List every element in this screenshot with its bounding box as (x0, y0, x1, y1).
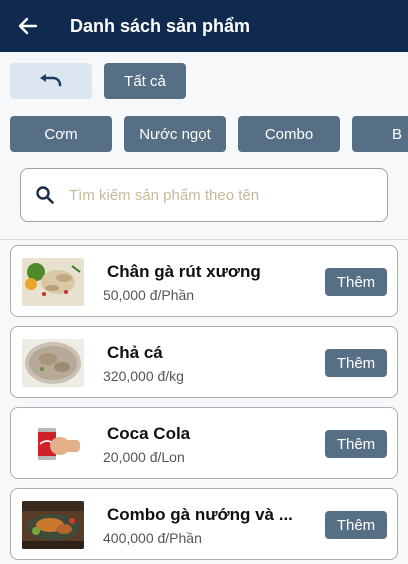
category-chip[interactable]: Combo (238, 116, 340, 152)
product-name: Coca Cola (107, 424, 191, 443)
all-filter-button[interactable]: Tất cả (104, 63, 186, 99)
product-card[interactable]: Coca Cola 20,000 đ/Lon Thêm (10, 407, 398, 479)
product-thumbnail (22, 501, 84, 549)
product-price: 320,000 đ/kg (103, 368, 184, 384)
product-price: 20,000 đ/Lon (103, 449, 185, 465)
add-button[interactable]: Thêm (325, 268, 387, 296)
category-filter-row: Cơm Nước ngọt Combo B (10, 116, 408, 152)
product-price: 50,000 đ/Phần (103, 287, 195, 303)
arrow-left-icon (18, 17, 38, 35)
page-title: Danh sách sản phẩm (70, 15, 251, 36)
top-app-bar: Danh sách sản phẩm (0, 0, 408, 52)
search-input[interactable] (69, 186, 369, 204)
product-thumbnail (22, 339, 84, 387)
category-chip[interactable]: Nước ngọt (124, 116, 226, 152)
add-button[interactable]: Thêm (325, 511, 387, 539)
product-thumbnail (22, 420, 84, 468)
category-chip[interactable]: Cơm (10, 116, 112, 152)
product-name: Combo gà nướng và ... (107, 505, 293, 524)
add-button[interactable]: Thêm (325, 430, 387, 458)
product-name: Chân gà rút xương (107, 262, 261, 281)
product-card[interactable]: Chân gà rút xương 50,000 đ/Phần Thêm (10, 245, 398, 317)
add-button[interactable]: Thêm (325, 349, 387, 377)
product-name: Chả cá (107, 343, 163, 362)
search-icon (21, 185, 69, 205)
undo-button[interactable] (10, 63, 92, 99)
undo-icon (40, 74, 62, 87)
product-card[interactable]: Combo gà nướng và ... 400,000 đ/Phần Thê… (10, 488, 398, 560)
search-box (20, 168, 388, 222)
product-card[interactable]: Chả cá 320,000 đ/kg Thêm (10, 326, 398, 398)
back-button[interactable] (0, 0, 56, 52)
product-price: 400,000 đ/Phần (103, 530, 202, 546)
divider (0, 239, 408, 240)
category-chip[interactable]: B (352, 116, 408, 152)
product-thumbnail (22, 258, 84, 306)
